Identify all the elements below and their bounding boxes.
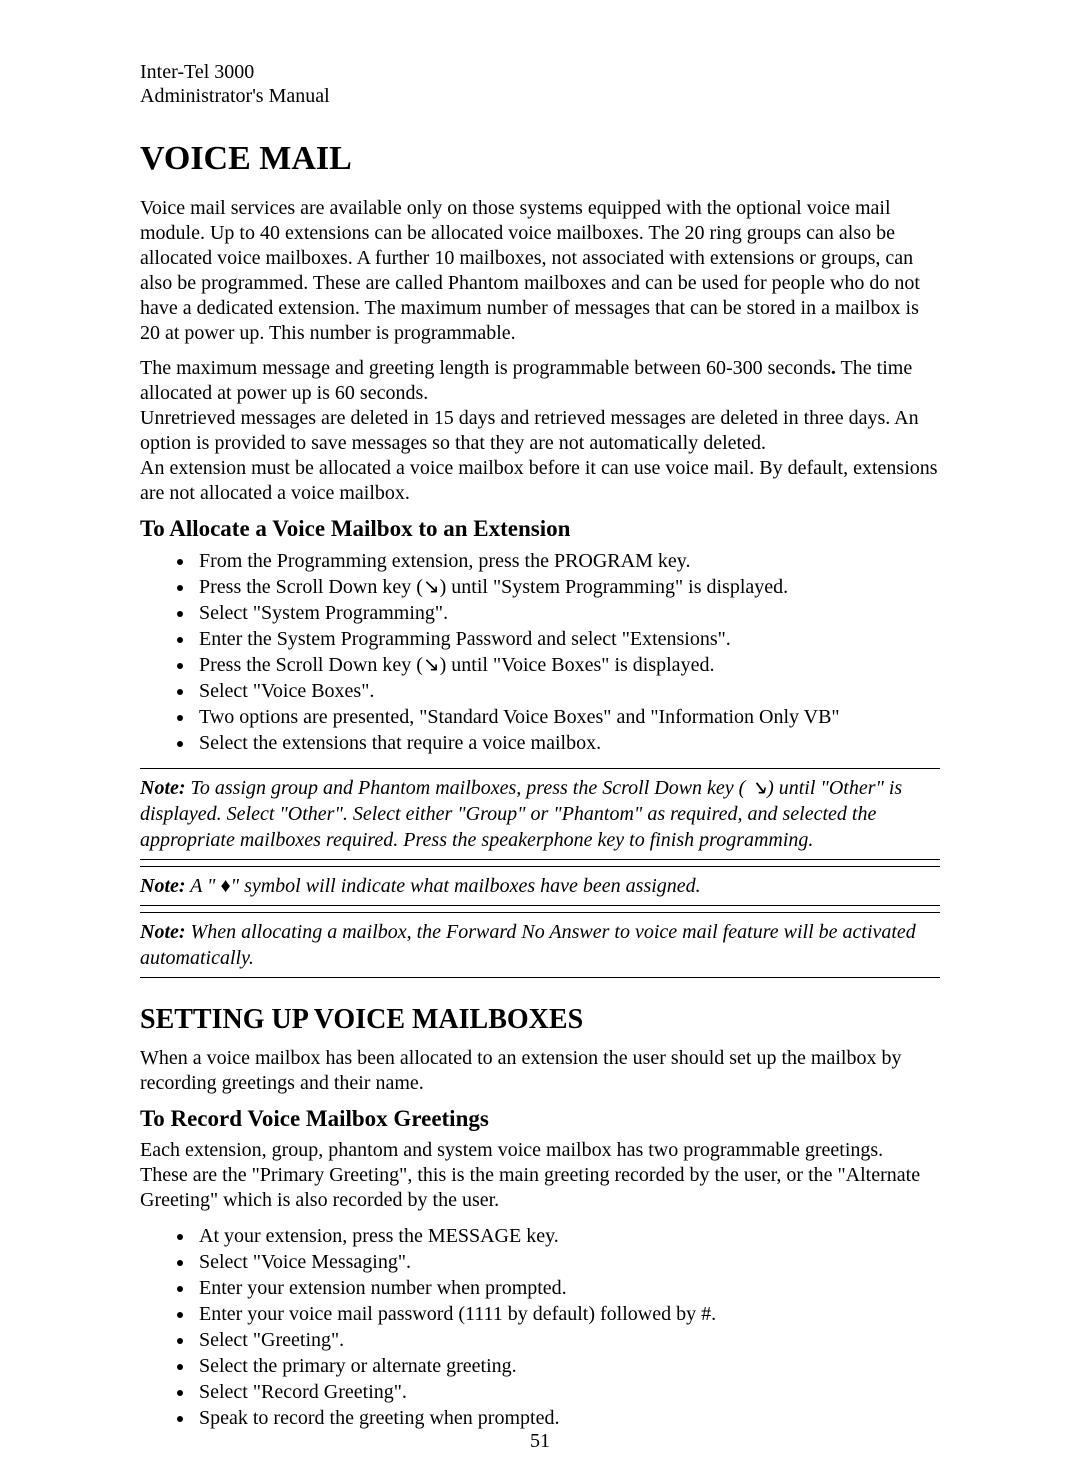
document-page: Inter-Tel 3000 Administrator's Manual VO… [0,0,1080,1483]
page-title: VOICE MAIL [140,140,940,178]
note-3: Note: When allocating a mailbox, the For… [140,919,940,971]
list-item: Enter your extension number when prompte… [195,1275,940,1301]
list-item: Select the primary or alternate greeting… [195,1353,940,1379]
list-item: Two options are presented, "Standard Voi… [195,704,940,730]
note-2: Note: A " ♦" symbol will indicate what m… [140,873,940,899]
intro-paragraph-1: Voice mail services are available only o… [140,196,940,346]
setting-up-para: When a voice mailbox has been allocated … [140,1046,940,1096]
allocate-bullet-list: From the Programming extension, press th… [140,548,940,756]
note-label: Note: [140,921,186,943]
intro-2a-text: The maximum message and greeting length … [140,357,831,379]
intro-3-text: Unretrieved messages are deleted in 15 d… [140,407,919,454]
intro-4-text: An extension must be allocated a voice m… [140,457,938,504]
list-item: Select "System Programming". [195,600,940,626]
list-item: Select "Voice Boxes". [195,678,940,704]
note-2-text-b: " symbol will indicate what mailboxes ha… [231,875,701,897]
note-label: Note: [140,777,186,799]
divider [140,768,940,769]
list-item: Select "Voice Messaging". [195,1249,940,1275]
list-item: Select the extensions that require a voi… [195,730,940,756]
list-item: At your extension, press the MESSAGE key… [195,1223,940,1249]
note-2-text-a: A " [186,875,221,897]
setting-up-heading: SETTING UP VOICE MAILBOXES [140,1004,940,1036]
divider [140,977,940,978]
divider [140,866,940,867]
record-heading: To Record Voice Mailbox Greetings [140,1106,940,1132]
list-item: Press the Scroll Down key (↘) until "Sys… [195,574,940,600]
header-line-2: Administrator's Manual [140,84,940,108]
intro-paragraph-2: The maximum message and greeting length … [140,356,940,506]
list-item: From the Programming extension, press th… [195,548,940,574]
note-1-text: To assign group and Phantom mailboxes, p… [140,777,902,851]
diamond-icon: ♦ [220,873,230,899]
record-para-1: Each extension, group, phantom and syste… [140,1138,940,1163]
note-label: Note: [140,875,186,897]
divider [140,859,940,860]
allocate-heading: To Allocate a Voice Mailbox to an Extens… [140,516,940,542]
list-item: Enter the System Programming Password an… [195,626,940,652]
list-item: Press the Scroll Down key (↘) until "Voi… [195,652,940,678]
header-line-1: Inter-Tel 3000 [140,60,940,84]
page-number: 51 [0,1430,1080,1453]
divider [140,905,940,906]
list-item: Select "Record Greeting". [195,1379,940,1405]
list-item: Speak to record the greeting when prompt… [195,1405,940,1431]
page-header: Inter-Tel 3000 Administrator's Manual [140,60,940,108]
list-item: Select "Greeting". [195,1327,940,1353]
note-1: Note: To assign group and Phantom mailbo… [140,775,940,853]
list-item: Enter your voice mail password (1111 by … [195,1301,940,1327]
record-para-2: These are the "Primary Greeting", this i… [140,1163,940,1213]
record-bullet-list: At your extension, press the MESSAGE key… [140,1223,940,1431]
divider [140,912,940,913]
note-3-text: When allocating a mailbox, the Forward N… [140,921,916,969]
